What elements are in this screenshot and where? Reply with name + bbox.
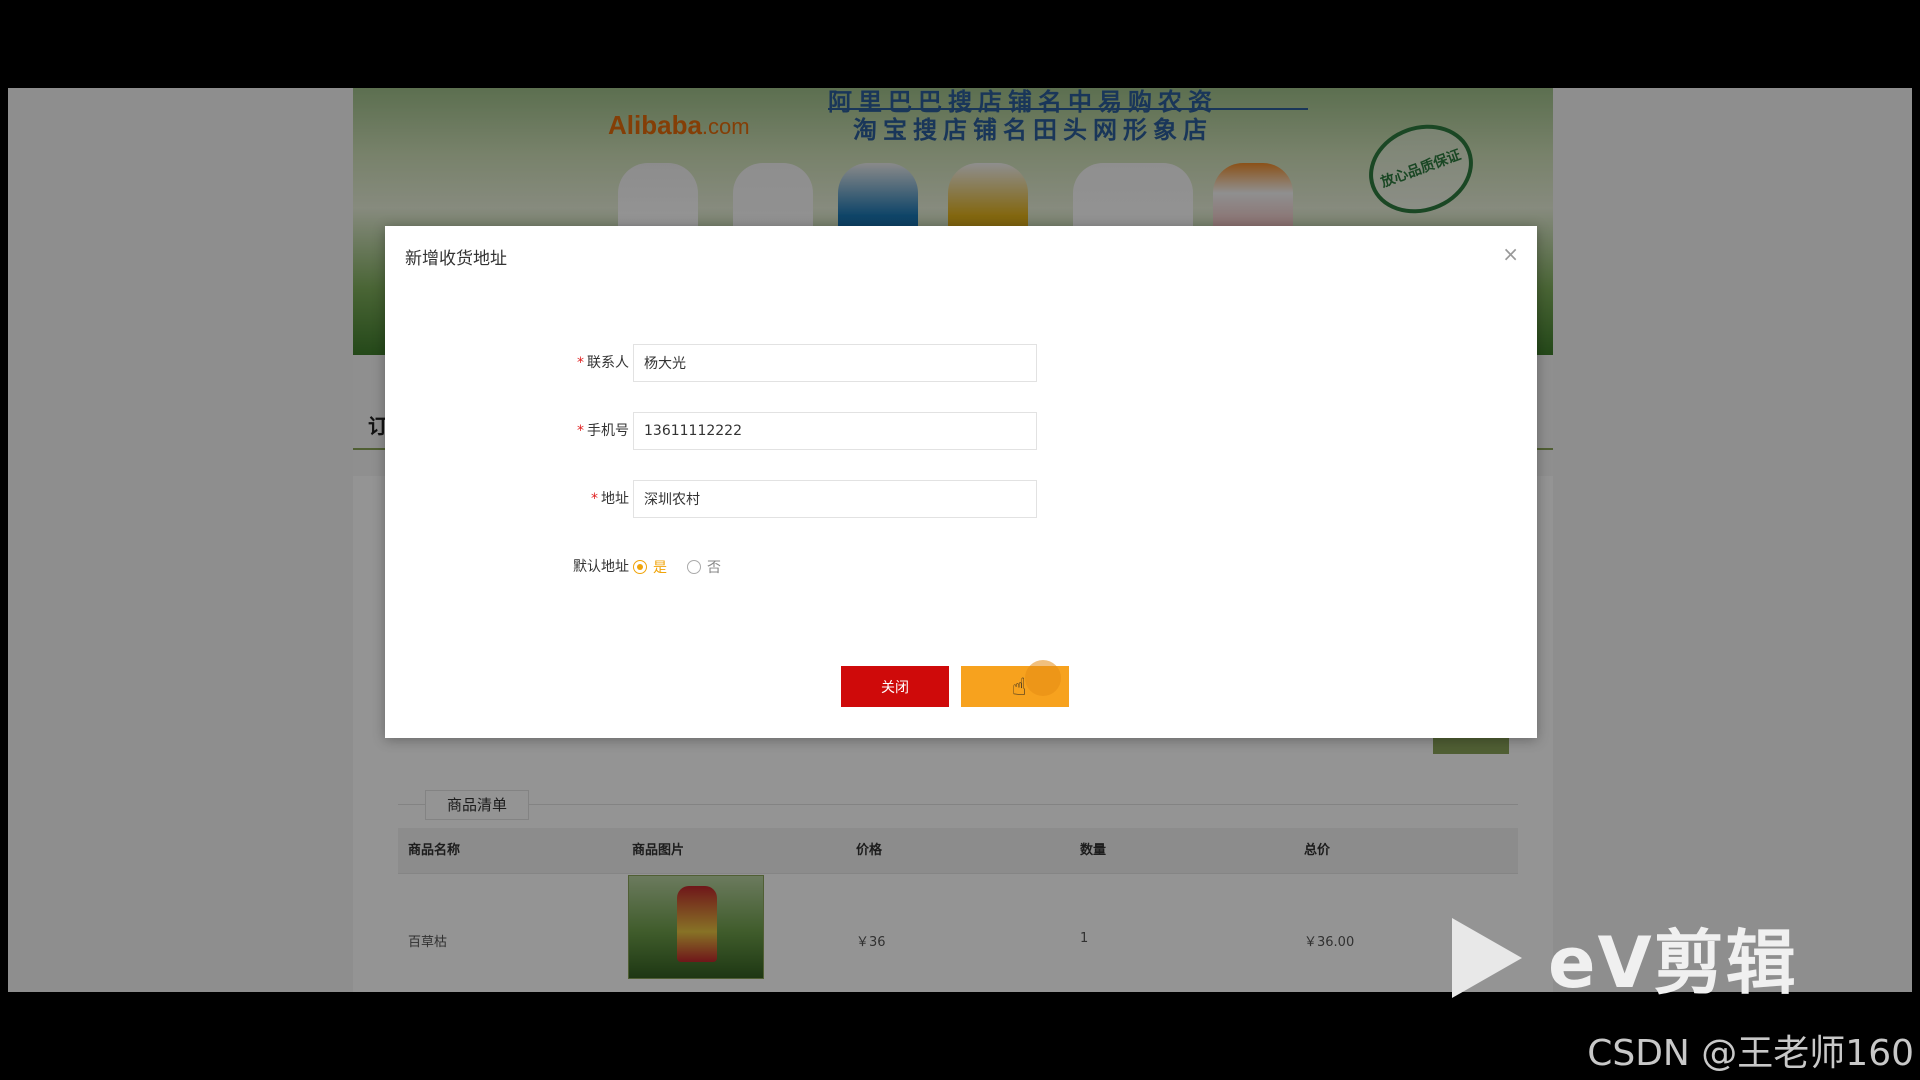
phone-row: * 手机号 [385,412,1537,450]
default-address-label: 默认地址 [573,559,629,575]
play-icon [1452,917,1522,998]
radio-no[interactable]: 否 [687,557,721,577]
video-frame: Alibaba.com 阿里巴巴搜店铺名中易购农资 淘宝搜店铺名田头网形象店 放… [0,0,1920,1080]
close-icon[interactable]: × [1502,242,1519,266]
contact-row: * 联系人 [385,344,1537,382]
phone-label: * 手机号 [577,423,629,439]
address-row: * 地址 [385,480,1537,518]
default-address-radio-group: 是 否 [633,548,741,586]
default-address-row: 默认地址 是 否 [385,548,1537,586]
contact-input[interactable] [633,344,1037,382]
phone-input[interactable] [633,412,1037,450]
click-ripple [1025,660,1061,696]
radio-yes[interactable]: 是 [633,557,667,577]
close-button[interactable]: 关闭 [841,666,949,707]
radio-unchecked-icon [687,560,701,574]
address-input[interactable] [633,480,1037,518]
contact-label: * 联系人 [577,355,629,371]
browser-viewport: Alibaba.com 阿里巴巴搜店铺名中易购农资 淘宝搜店铺名田头网形象店 放… [8,88,1912,992]
address-label: * 地址 [591,491,629,507]
radio-checked-icon [633,560,647,574]
ev-watermark: eV剪辑 [1452,907,1798,1008]
hand-cursor-icon: ☝ [1012,673,1027,701]
dialog-title: 新增收货地址 [405,249,507,269]
csdn-watermark: CSDN @王老师160 [1587,1033,1914,1074]
add-address-dialog: 新增收货地址 × *联系人 *手机号 *地址 默认地址 是 [385,226,1537,738]
